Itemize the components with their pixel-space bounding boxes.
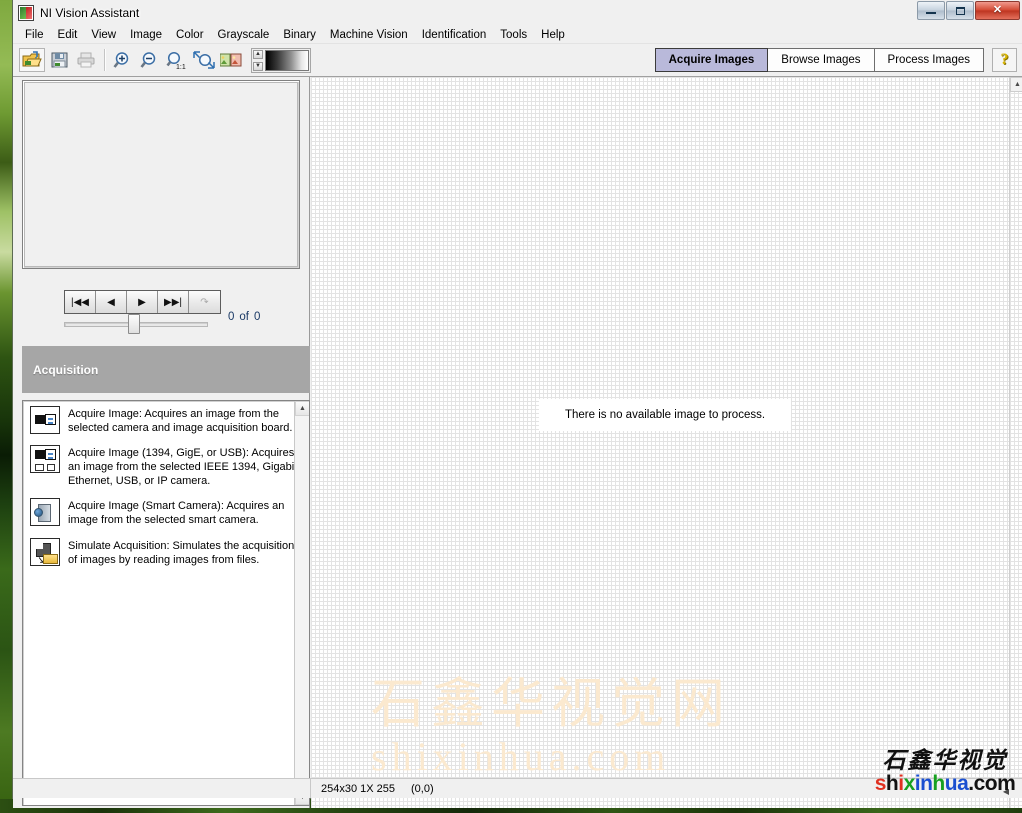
scroll-up-arrow[interactable]: ▲ <box>295 401 309 416</box>
camera-network-icon <box>30 445 60 474</box>
menu-bar: File Edit View Image Color Grayscale Bin… <box>13 26 1022 44</box>
tab-browse-images[interactable]: Browse Images <box>768 48 875 72</box>
help-button[interactable]: ? <box>992 48 1017 72</box>
ni-vision-icon <box>18 5 34 21</box>
camera-icon <box>30 406 60 434</box>
image-counter: 0 of 0 <box>228 311 260 323</box>
next-image-button[interactable]: ▶ <box>127 291 158 313</box>
menu-identification[interactable]: Identification <box>415 28 494 42</box>
view-tabs: Acquire Images Browse Images Process Ima… <box>654 48 984 72</box>
ramp-down-arrow[interactable]: ▼ <box>253 61 263 71</box>
image-preview-pane[interactable] <box>22 80 300 269</box>
tab-acquire-images[interactable]: Acquire Images <box>654 48 769 72</box>
canvas-vertical-scrollbar[interactable]: ▲ <box>1009 77 1022 808</box>
list-item-label: Simulate Acquisition: Simulates the acqu… <box>68 539 295 566</box>
magnifier-1to1-icon[interactable]: 1:1 <box>164 48 190 72</box>
tab-process-images[interactable]: Process Images <box>874 48 984 72</box>
application-window: NI Vision Assistant ✕ File Edit View Ima… <box>12 0 1022 808</box>
menu-help[interactable]: Help <box>534 28 572 42</box>
image-navigation-buttons: |◀◀ ◀ ▶ ▶▶| ↷ <box>64 290 221 314</box>
open-folder-icon[interactable] <box>19 48 45 72</box>
body-area: |◀◀ ◀ ▶ ▶▶| ↷ 0 of 0 Acquisition Acquire… <box>13 77 1022 808</box>
menu-grayscale[interactable]: Grayscale <box>211 28 277 42</box>
acquisition-function-list: Acquire Image: Acquires an image from th… <box>22 400 310 806</box>
title-bar: NI Vision Assistant ✕ <box>13 0 1022 26</box>
previous-image-button[interactable]: ◀ <box>96 291 127 313</box>
menu-view[interactable]: View <box>84 28 123 42</box>
list-item[interactable]: Acquire Image: Acquires an image from th… <box>23 401 309 440</box>
menu-image[interactable]: Image <box>123 28 169 42</box>
list-item[interactable]: Acquire Image (1394, GigE, or USB): Acqu… <box>23 440 309 493</box>
list-item-label: Acquire Image: Acquires an image from th… <box>68 408 293 435</box>
image-counter-separator: of <box>239 311 249 323</box>
center-watermark-cn: 石鑫华视觉网 <box>371 674 731 734</box>
menu-file[interactable]: File <box>18 28 51 42</box>
canvas-scroll-up-arrow[interactable]: ▲ <box>1010 77 1022 92</box>
status-hscroll-arrow[interactable]: ◀ <box>1003 787 1009 796</box>
image-counter-total: 0 <box>254 311 261 323</box>
toolbar-separator <box>104 49 106 71</box>
image-preview-surface <box>24 82 298 267</box>
window-controls: ✕ <box>916 1 1020 20</box>
maximize-button[interactable] <box>946 1 974 20</box>
list-item[interactable]: ↘ Simulate Acquisition: Simulates the ac… <box>23 533 309 572</box>
simulate-folder-icon: ↘ <box>30 537 60 566</box>
window-title: NI Vision Assistant <box>40 6 140 20</box>
menu-binary[interactable]: Binary <box>276 28 323 42</box>
ramp-down-glyph: ▼ <box>255 63 261 69</box>
ramp-arrows: ▲ ▼ <box>253 49 263 71</box>
minimize-button[interactable] <box>917 1 945 20</box>
list-item[interactable]: Acquire Image (Smart Camera): Acquires a… <box>23 493 309 532</box>
status-bar-left-section <box>13 779 311 798</box>
menu-color[interactable]: Color <box>169 28 210 42</box>
two-images-icon[interactable] <box>218 48 244 72</box>
status-image-info: 254x30 1X 255 <box>321 782 396 795</box>
first-image-button[interactable]: |◀◀ <box>65 291 96 313</box>
magnifier-fit-icon[interactable] <box>191 48 217 72</box>
center-watermark: 石鑫华视觉网 shixinhua.com <box>371 677 1011 779</box>
ramp-up-glyph: ▲ <box>255 51 261 57</box>
status-coordinates: (0,0) <box>411 782 434 795</box>
acquisition-list-scrollbar[interactable]: ▲ ▼ <box>294 401 309 805</box>
image-counter-current: 0 <box>228 311 235 323</box>
left-panel: |◀◀ ◀ ▶ ▶▶| ↷ 0 of 0 Acquisition Acquire… <box>13 77 310 808</box>
close-button[interactable]: ✕ <box>975 1 1020 20</box>
acquisition-panel-title: Acquisition <box>33 362 99 377</box>
loop-button[interactable]: ↷ <box>189 291 220 313</box>
floppy-disk-icon[interactable] <box>46 48 72 72</box>
menu-machine-vision[interactable]: Machine Vision <box>323 28 415 42</box>
desktop-left-strip <box>0 0 12 813</box>
magnifier-plus-icon[interactable] <box>110 48 136 72</box>
smart-camera-icon <box>30 498 60 527</box>
list-item-label: Acquire Image (Smart Camera): Acquires a… <box>68 500 285 527</box>
menu-edit[interactable]: Edit <box>51 28 85 42</box>
status-bar: 254x30 1X 255 (0,0) ◀ <box>13 778 1022 798</box>
printer-icon[interactable] <box>73 48 99 72</box>
acquisition-panel-header: Acquisition <box>22 346 310 393</box>
list-item-label: Acquire Image (1394, GigE, or USB): Acqu… <box>68 447 298 488</box>
magnifier-minus-icon[interactable] <box>137 48 163 72</box>
toolbar: 1:1 ▲ ▼ Acquire Images Browse Images Pro… <box>13 44 1022 77</box>
ramp-up-arrow[interactable]: ▲ <box>253 49 263 59</box>
svg-text:1:1: 1:1 <box>176 64 186 70</box>
last-image-button[interactable]: ▶▶| <box>158 291 189 313</box>
menu-tools[interactable]: Tools <box>493 28 534 42</box>
main-canvas[interactable]: There is no available image to process. … <box>311 77 1022 808</box>
grayscale-ramp-control[interactable]: ▲ ▼ <box>251 47 311 73</box>
center-watermark-en: shixinhua.com <box>371 734 671 779</box>
no-image-message: There is no available image to process. <box>539 399 791 431</box>
image-slider-thumb[interactable] <box>128 314 140 334</box>
grayscale-gradient <box>265 49 309 71</box>
